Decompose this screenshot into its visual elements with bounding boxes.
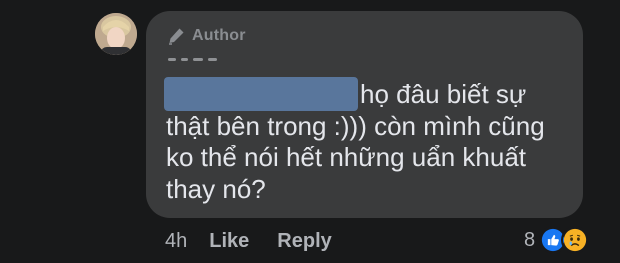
comment-line: ko thể nói hết những uẩn khuất xyxy=(166,142,527,172)
comment-line: thay nó? xyxy=(166,173,266,204)
comment-thread: Author họ đâu biết sự thật bên trong :))… xyxy=(0,0,620,263)
timestamp[interactable]: 4h xyxy=(165,230,187,253)
commenter-name[interactable] xyxy=(168,58,224,62)
comment-bubble: Author họ đâu biết sự thật bên trong :))… xyxy=(146,11,583,218)
pen-icon xyxy=(169,28,184,45)
comment-line: họ đâu biết sự xyxy=(360,79,527,109)
comment-line: thật bên trong :))) còn mình cũng xyxy=(166,110,545,141)
reply-button[interactable]: Reply xyxy=(277,230,331,253)
reaction-summary[interactable]: 8 xyxy=(524,224,590,256)
reaction-count: 8 xyxy=(524,228,536,251)
avatar[interactable] xyxy=(95,13,137,55)
author-badge: Author xyxy=(166,25,246,47)
like-button[interactable]: Like xyxy=(209,230,249,253)
author-badge-label: Author xyxy=(192,27,246,44)
sad-reaction-icon xyxy=(561,226,590,254)
comment-text: họ đâu biết sự thật bên trong :))) còn m… xyxy=(166,79,581,205)
comment-actions: 4h Like Reply xyxy=(165,226,360,256)
